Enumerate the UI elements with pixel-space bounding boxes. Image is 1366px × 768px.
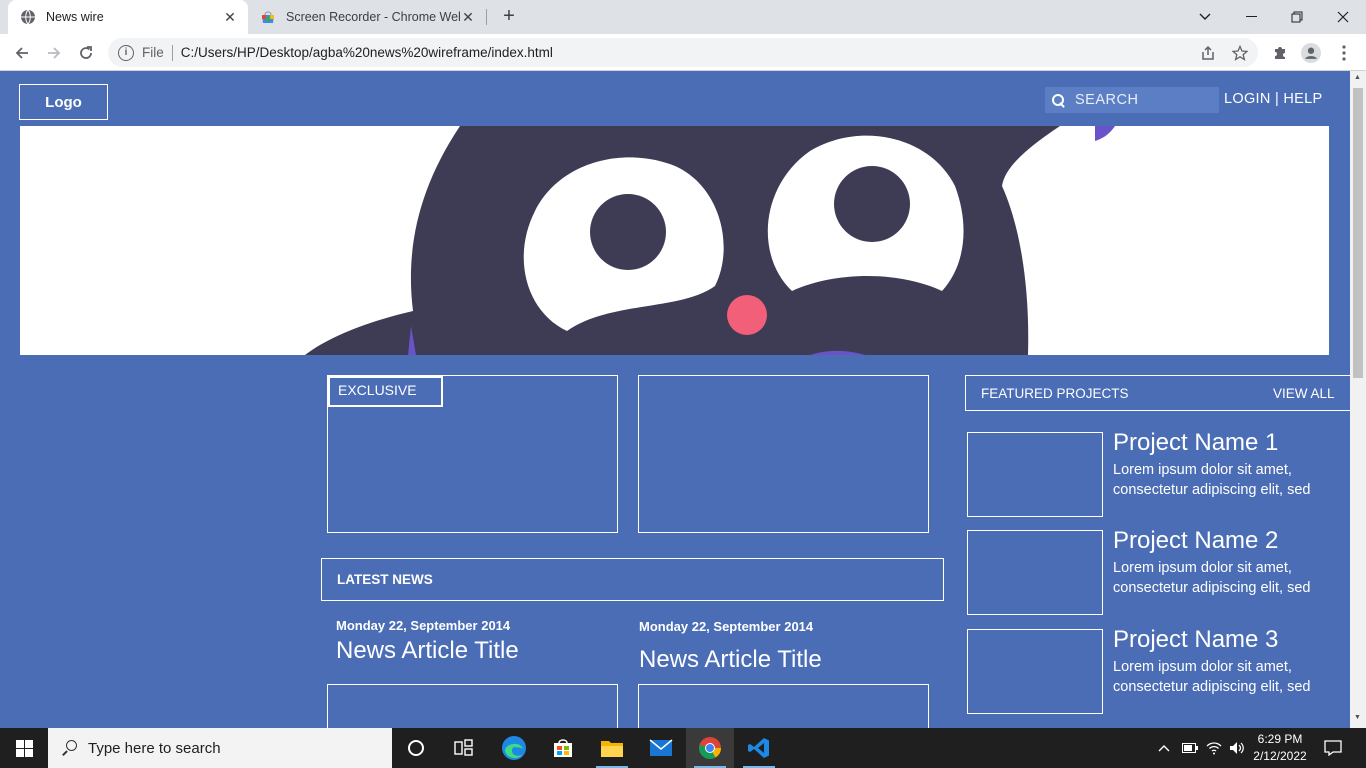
article-title[interactable]: News Article Title (336, 637, 519, 665)
profile-avatar-icon[interactable] (1301, 43, 1321, 63)
address-bar[interactable]: i File C:/Users/HP/Desktop/agba%20news%2… (108, 38, 1258, 67)
view-all-link[interactable]: VIEW ALL (1273, 386, 1335, 401)
url-text[interactable]: C:/Users/HP/Desktop/agba%20news%20wirefr… (181, 45, 553, 60)
exclusive-card[interactable]: EXCLUSIVE (327, 375, 618, 533)
clock-date: 2/12/2022 (1253, 749, 1307, 763)
scroll-up-arrow-icon[interactable]: ▲ (1354, 74, 1361, 81)
divider (171, 44, 173, 61)
project-description: Lorem ipsum dolor sit amet, consectetur … (1113, 560, 1311, 596)
bookmark-star-icon[interactable] (1230, 43, 1250, 63)
project-thumbnail[interactable] (967, 432, 1103, 517)
tray-chevron-icon[interactable] (1155, 728, 1173, 768)
task-view-icon[interactable] (440, 728, 488, 768)
article-thumbnail[interactable] (327, 684, 618, 728)
tab-search-chevron-icon[interactable] (1182, 0, 1228, 34)
battery-icon[interactable] (1180, 728, 1200, 768)
article-date: Monday 22, September 2014 (336, 618, 511, 633)
close-window-icon[interactable] (1320, 0, 1366, 34)
back-icon[interactable] (9, 40, 35, 66)
volume-icon[interactable] (1227, 728, 1247, 768)
article-thumbnail[interactable] (638, 684, 929, 728)
login-help-links[interactable]: LOGIN | HELP (1224, 91, 1322, 107)
minimize-icon[interactable] (1228, 0, 1274, 34)
notifications-icon[interactable] (1318, 728, 1348, 768)
search-icon (1052, 93, 1065, 107)
edge-browser-icon[interactable] (490, 728, 538, 768)
site-search-input[interactable]: SEARCH (1045, 87, 1219, 113)
chrome-icon[interactable] (686, 728, 734, 768)
article-title[interactable]: News Article Title (639, 646, 822, 674)
taskbar-search-placeholder: Type here to search (88, 739, 221, 757)
chrome-web-store-icon (262, 11, 274, 23)
file-explorer-icon[interactable] (588, 728, 636, 768)
extensions-icon[interactable] (1270, 43, 1290, 63)
cortana-icon[interactable] (392, 728, 440, 768)
tab-separator (486, 9, 487, 25)
project-thumbnail[interactable] (967, 530, 1103, 615)
menu-kebab-icon[interactable] (1334, 43, 1354, 63)
page-viewport: Logo SEARCH LOGIN | HELP EXCLUSIVE LATES… (0, 71, 1350, 728)
project-name[interactable]: Project Name 3 (1113, 626, 1278, 654)
site-info-icon[interactable]: i (118, 44, 134, 61)
project-name[interactable]: Project Name 1 (1113, 429, 1278, 457)
restore-icon[interactable] (1274, 0, 1320, 34)
project-description: Lorem ipsum dolor sit amet, consectetur … (1113, 659, 1311, 695)
close-tab-icon[interactable]: ✕ (222, 9, 238, 26)
reload-icon[interactable] (73, 40, 99, 66)
project-description: Lorem ipsum dolor sit amet, consectetur … (1113, 462, 1311, 498)
share-icon[interactable] (1198, 43, 1218, 63)
tab-strip: News wire ✕ Screen Recorder - Chrome Web… (0, 0, 1366, 34)
tab-title: Screen Recorder - Chrome Web S (286, 10, 460, 24)
wifi-icon[interactable] (1204, 728, 1224, 768)
feature-card[interactable] (638, 375, 929, 533)
search-placeholder: SEARCH (1075, 92, 1139, 108)
hero-banner (20, 126, 1329, 355)
scroll-down-arrow-icon[interactable]: ▼ (1354, 714, 1361, 721)
project-thumbnail[interactable] (967, 629, 1103, 714)
windows-start-icon[interactable] (0, 728, 48, 768)
microsoft-store-icon[interactable] (539, 728, 587, 768)
exclusive-label: EXCLUSIVE (328, 376, 443, 407)
vscode-icon[interactable] (735, 728, 783, 768)
windows-taskbar: Type here to search 6:29 PM 2/12/2022 (0, 728, 1366, 768)
featured-projects-header: FEATURED PROJECTS VIEW ALL (965, 375, 1350, 411)
mascot-illustration (305, 126, 1115, 355)
page-scrollbar[interactable]: ▲ ▼ (1350, 71, 1366, 728)
new-tab-icon[interactable]: + (498, 6, 520, 28)
featured-projects-label: FEATURED PROJECTS (981, 385, 1129, 401)
project-name[interactable]: Project Name 2 (1113, 527, 1278, 555)
mail-icon[interactable] (637, 728, 685, 768)
latest-news-header: LATEST NEWS (321, 558, 944, 601)
tab-title: News wire (46, 10, 104, 24)
article-date: Monday 22, September 2014 (639, 619, 814, 634)
scrollbar-thumb[interactable] (1353, 88, 1363, 378)
tab-news-wire[interactable]: News wire ✕ (8, 0, 248, 34)
close-tab-icon[interactable]: ✕ (460, 9, 476, 26)
clock-time: 6:29 PM (1257, 732, 1303, 746)
scheme-label: File (142, 45, 164, 60)
forward-icon[interactable] (41, 40, 67, 66)
site-logo[interactable]: Logo (19, 84, 108, 120)
search-icon (62, 740, 78, 756)
tab-screen-recorder[interactable]: Screen Recorder - Chrome Web S ✕ (250, 0, 486, 34)
taskbar-search-box[interactable]: Type here to search (48, 728, 392, 768)
taskbar-clock[interactable]: 6:29 PM 2/12/2022 (1250, 731, 1310, 765)
browser-toolbar: i File C:/Users/HP/Desktop/agba%20news%2… (0, 34, 1366, 71)
globe-icon (21, 9, 35, 25)
